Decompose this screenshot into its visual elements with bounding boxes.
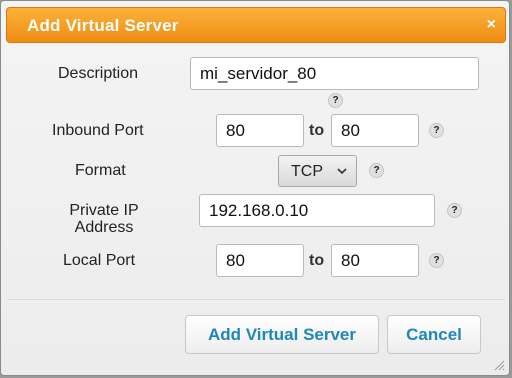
private-ip-input[interactable] [199, 194, 435, 227]
dialog-title-bar[interactable]: Add Virtual Server × [6, 7, 506, 43]
inbound-port-start-input[interactable] [216, 114, 304, 147]
description-input[interactable] [190, 57, 479, 90]
format-select[interactable]: TCP [278, 155, 357, 187]
cancel-button[interactable]: Cancel [387, 315, 481, 354]
add-virtual-server-button[interactable]: Add Virtual Server [185, 315, 379, 354]
chevron-down-icon [337, 168, 347, 175]
private-ip-label-line1: Private IP [69, 202, 139, 219]
inbound-port-to-label: to [309, 122, 325, 139]
dialog-title: Add Virtual Server [27, 16, 179, 35]
format-selected-value: TCP [291, 163, 323, 180]
private-ip-label: Private IP Address [61, 202, 147, 236]
footer-divider [7, 299, 505, 300]
description-label: Description [58, 65, 139, 82]
local-port-help-icon[interactable]: ? [429, 253, 444, 268]
local-port-start-input[interactable] [216, 244, 304, 277]
resize-grip-icon[interactable] [493, 359, 505, 371]
inbound-port-label: Inbound Port [52, 122, 144, 139]
private-ip-help-icon[interactable]: ? [447, 203, 462, 218]
local-port-end-input[interactable] [331, 244, 419, 277]
inbound-port-help-icon[interactable]: ? [429, 123, 444, 138]
add-virtual-server-dialog: Add Virtual Server × Description ? Inbou… [0, 0, 510, 376]
format-label: Format [75, 162, 126, 179]
format-help-icon[interactable]: ? [369, 163, 384, 178]
description-help-icon[interactable]: ? [328, 93, 343, 108]
local-port-to-label: to [309, 252, 325, 269]
close-icon[interactable]: × [487, 16, 496, 34]
private-ip-label-line2: Address [74, 219, 134, 236]
inbound-port-end-input[interactable] [331, 114, 419, 147]
local-port-label: Local Port [63, 252, 136, 269]
